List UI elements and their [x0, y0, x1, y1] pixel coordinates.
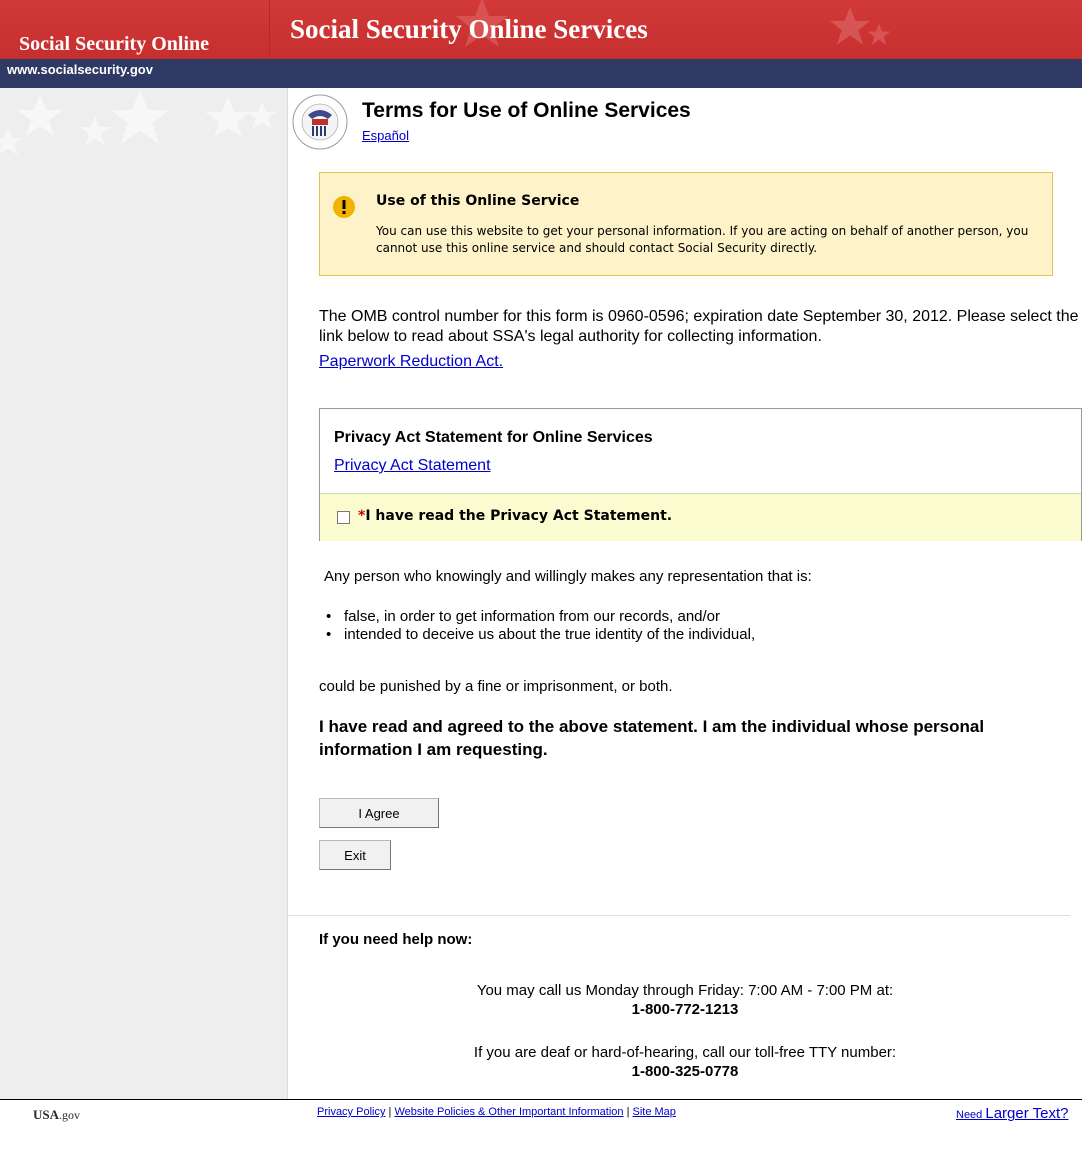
website-policies-link[interactable]: Website Policies & Other Important Infor… — [394, 1106, 623, 1118]
ssa-seal-icon — [292, 94, 348, 150]
agree-button[interactable]: I Agree — [319, 798, 439, 828]
larger-text-small: Need — [956, 1109, 986, 1121]
warning-outro: could be punished by a fine or imprisonm… — [319, 678, 673, 695]
site-footer: USA.gov Privacy Policy | Website Policie… — [0, 1099, 1082, 1160]
privacy-act-checkbox[interactable] — [337, 511, 350, 524]
privacy-act-section: Privacy Act Statement for Online Service… — [319, 408, 1082, 541]
help-heading: If you need help now: — [319, 931, 473, 948]
star-decoration — [0, 90, 277, 155]
list-item: • false, in order to get information from… — [288, 608, 755, 626]
list-item: • intended to deceive us about the true i… — [288, 626, 755, 644]
usage-alert: Use of this Online Service You can use t… — [319, 172, 1053, 276]
agreement-statement: I have read and agreed to the above stat… — [319, 717, 985, 759]
espanol-link[interactable]: Español — [362, 128, 409, 143]
site-header: Social Security Online Social Security O… — [0, 0, 1082, 88]
usa-gov-logo[interactable]: USA.gov — [33, 1107, 80, 1123]
omb-notice: The OMB control number for this form is … — [319, 308, 1079, 345]
help-call-info: You may call us Monday through Friday: 7… — [288, 981, 1082, 1019]
footer-links: Privacy Policy | Website Policies & Othe… — [317, 1106, 676, 1118]
privacy-heading: Privacy Act Statement for Online Service… — [334, 429, 653, 446]
usa-logo-main: USA — [33, 1107, 60, 1122]
exclamation-icon — [333, 196, 355, 218]
alert-title: Use of this Online Service — [376, 193, 580, 209]
exit-button[interactable]: Exit — [319, 840, 391, 870]
help-call-text: You may call us Monday through Friday: 7… — [476, 982, 894, 999]
main-content: Terms for Use of Online Services Español… — [288, 88, 1082, 1099]
privacy-policy-link[interactable]: Privacy Policy — [317, 1106, 385, 1118]
alert-body: You can use this website to get your per… — [376, 224, 1029, 255]
site-url[interactable]: www.socialsecurity.gov — [7, 62, 153, 77]
bullet: • — [326, 626, 332, 643]
site-map-link[interactable]: Site Map — [633, 1106, 676, 1118]
larger-text-big: Larger Text? — [985, 1105, 1069, 1122]
footer-separator: | — [388, 1106, 392, 1118]
left-sidebar — [0, 88, 288, 1099]
privacy-act-statement-link[interactable]: Privacy Act Statement — [334, 457, 491, 475]
page-title: Terms for Use of Online Services — [362, 99, 691, 122]
help-phone-number: 1-800-772-1213 — [631, 1001, 739, 1018]
site-title: Social Security Online Services — [290, 14, 648, 44]
footer-separator: | — [626, 1106, 630, 1118]
paperwork-reduction-act-link[interactable]: Paperwork Reduction Act. — [319, 353, 503, 371]
privacy-checkbox-label[interactable]: *I have read the Privacy Act Statement. — [358, 508, 672, 524]
warning-intro: Any person who knowingly and willingly m… — [324, 568, 812, 585]
privacy-acknowledge-row: *I have read the Privacy Act Statement. — [320, 493, 1081, 541]
header-divider — [269, 0, 270, 59]
help-divider — [288, 915, 1070, 916]
header-red-band: Social Security Online Social Security O… — [0, 0, 1082, 59]
usa-logo-suffix: .gov — [59, 1108, 81, 1122]
help-tty-number: 1-800-325-0778 — [631, 1063, 739, 1080]
privacy-checkbox-text: I have read the Privacy Act Statement. — [365, 508, 673, 524]
help-tty-info: If you are deaf or hard-of-hearing, call… — [288, 1043, 1082, 1081]
site-name[interactable]: Social Security Online — [19, 33, 209, 56]
warning-list: • false, in order to get information from… — [288, 608, 755, 644]
list-item-text: false, in order to get information from … — [344, 608, 721, 625]
bullet: • — [326, 608, 332, 625]
header-blue-band: www.socialsecurity.gov — [0, 59, 1082, 88]
list-item-text: intended to deceive us about the true id… — [344, 626, 756, 643]
star-icon — [867, 23, 891, 45]
help-tty-text: If you are deaf or hard-of-hearing, call… — [473, 1044, 897, 1061]
larger-text-link[interactable]: Need Larger Text? — [956, 1105, 1068, 1122]
